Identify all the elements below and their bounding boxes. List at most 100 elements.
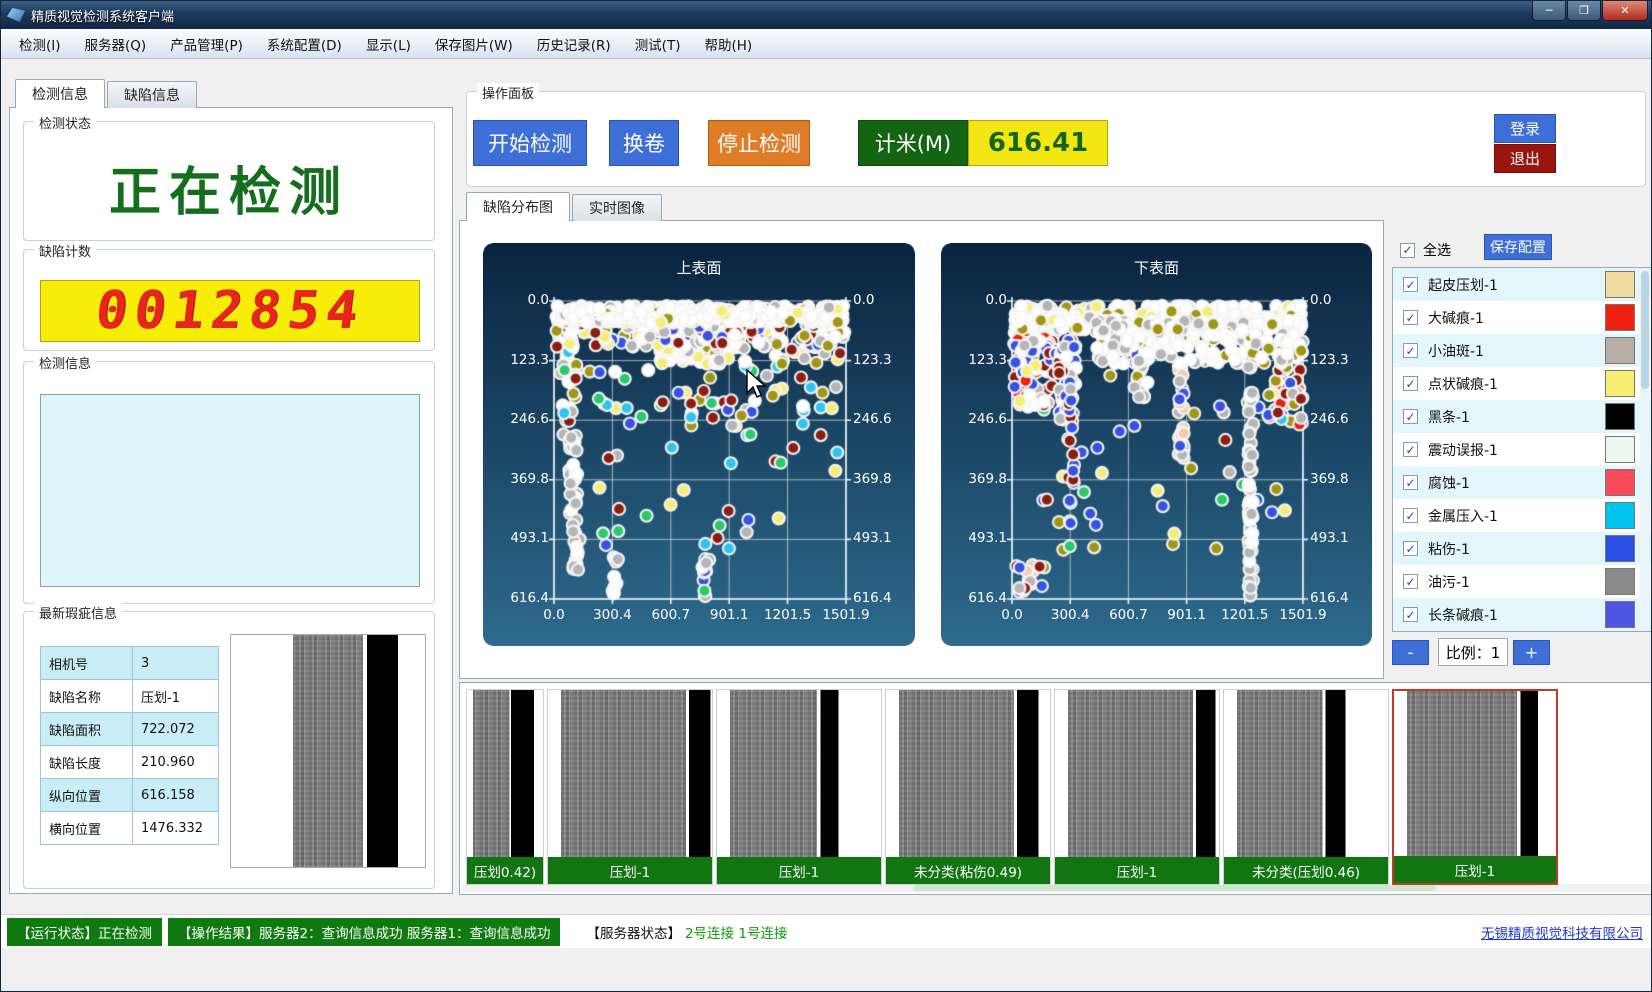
y-tick-label-right: 246.6 <box>1310 411 1349 427</box>
y-tick-label: 123.3 <box>941 352 1007 368</box>
menu-item-8[interactable]: 帮助(H) <box>692 30 764 58</box>
defect-thumbnail-6[interactable]: 压划-1 <box>1392 689 1558 885</box>
defect-type-label: 金属压入-1 <box>1428 506 1498 526</box>
defect-color-swatch <box>1605 271 1635 298</box>
row-label: 相机号 <box>41 647 133 680</box>
chart-tab-1[interactable]: 实时图像 <box>572 194 662 221</box>
thumbnail-image <box>1394 691 1556 856</box>
defect-type-row-10[interactable]: ✓长条碱痕-1 <box>1393 598 1651 631</box>
scale-plus-button[interactable]: + <box>1513 640 1550 665</box>
defect-type-checkbox[interactable]: ✓ <box>1403 541 1418 556</box>
chart-tab-0[interactable]: 缺陷分布图 <box>466 192 570 221</box>
defect-thumbnail-3[interactable]: 未分类(粘伤0.49) <box>885 689 1051 885</box>
close-button[interactable]: ✕ <box>1602 1 1648 21</box>
thumbnail-label: 压划-1 <box>548 857 712 884</box>
defect-type-checkbox[interactable]: ✓ <box>1403 442 1418 457</box>
defect-type-checkbox[interactable]: ✓ <box>1403 607 1418 622</box>
menu-item-1[interactable]: 服务器(Q) <box>73 30 159 58</box>
login-button[interactable]: 登录 <box>1494 114 1556 143</box>
row-value: 210.960 <box>133 746 219 779</box>
menu-item-0[interactable]: 检测(I) <box>7 30 73 58</box>
menu-item-7[interactable]: 测试(T) <box>623 30 693 58</box>
stop-detect-button[interactable]: 停止检测 <box>708 120 810 166</box>
x-tick-label: 600.7 <box>639 607 703 623</box>
defect-type-row-6[interactable]: ✓腐蚀-1 <box>1393 466 1651 499</box>
defect-type-row-2[interactable]: ✓小油斑-1 <box>1393 334 1651 367</box>
menu-bar: 检测(I)服务器(Q)产品管理(P)系统配置(D)显示(L)保存图片(W)历史记… <box>1 29 1651 59</box>
start-detect-button[interactable]: 开始检测 <box>473 120 587 166</box>
maximize-button[interactable]: ❐ <box>1567 1 1601 21</box>
table-row: 横向位置1476.332 <box>41 812 219 845</box>
defect-type-checkbox[interactable]: ✓ <box>1403 376 1418 391</box>
defect-type-checkbox[interactable]: ✓ <box>1403 310 1418 325</box>
defect-thumbnail-2[interactable]: 压划-1 <box>716 689 882 885</box>
y-tick-label: 616.4 <box>941 590 1007 606</box>
thumbnail-hscrollbar[interactable] <box>462 884 1650 892</box>
menu-item-4[interactable]: 显示(L) <box>354 30 423 58</box>
save-config-button[interactable]: 保存配置 <box>1484 234 1552 260</box>
defect-type-checkbox[interactable]: ✓ <box>1403 574 1418 589</box>
defect-thumbnail-5[interactable]: 未分类(压划0.46) <box>1223 689 1389 885</box>
defect-color-swatch <box>1605 469 1635 496</box>
row-value: 722.072 <box>133 713 219 746</box>
defect-type-checkbox[interactable]: ✓ <box>1403 277 1418 292</box>
y-tick-label: 246.6 <box>483 411 549 427</box>
scatter-chart-bottom-surface: 下表面0.00.0123.3123.3246.6246.6369.8369.84… <box>941 243 1372 646</box>
x-tick-label: 0.0 <box>522 607 586 623</box>
thumbnail-label: 压划0.42) <box>467 857 543 884</box>
defect-type-checkbox[interactable]: ✓ <box>1403 475 1418 490</box>
scale-minus-button[interactable]: - <box>1392 640 1429 665</box>
y-tick-label-right: 123.3 <box>853 352 892 368</box>
y-tick-label-right: 0.0 <box>1310 292 1331 308</box>
menu-item-6[interactable]: 历史记录(R) <box>525 30 623 58</box>
select-all-checkbox[interactable]: ✓ <box>1400 243 1415 258</box>
y-tick-label-right: 493.1 <box>853 530 892 546</box>
thumbnail-image <box>467 690 543 857</box>
defect-type-checkbox[interactable]: ✓ <box>1403 343 1418 358</box>
logout-button[interactable]: 退出 <box>1494 144 1556 173</box>
defect-color-swatch <box>1605 601 1635 628</box>
x-tick-label: 600.7 <box>1096 607 1160 623</box>
defect-type-checkbox[interactable]: ✓ <box>1403 409 1418 424</box>
defect-thumbnail-1[interactable]: 压划-1 <box>547 689 713 885</box>
menu-item-2[interactable]: 产品管理(P) <box>158 30 255 58</box>
defect-color-swatch <box>1605 403 1635 430</box>
defect-type-row-3[interactable]: ✓点状碱痕-1 <box>1393 367 1651 400</box>
y-tick-label-right: 0.0 <box>853 292 874 308</box>
x-tick-label: 300.4 <box>1038 607 1102 623</box>
select-all-row: ✓ 全选 <box>1400 240 1451 260</box>
defect-count-title: 缺陷计数 <box>34 241 96 260</box>
defect-type-row-0[interactable]: ✓ 起皮压划-1 <box>1393 268 1651 301</box>
left-tab-0[interactable]: 检测信息 <box>15 79 105 108</box>
legend-vscrollbar[interactable] <box>1640 269 1650 632</box>
menu-item-3[interactable]: 系统配置(D) <box>255 30 354 58</box>
y-tick-label: 369.8 <box>941 471 1007 487</box>
defect-type-row-8[interactable]: ✓ 粘伤-1 <box>1393 532 1651 565</box>
defect-type-row-7[interactable]: ✓ 金属压入-1 <box>1393 499 1651 532</box>
menu-item-5[interactable]: 保存图片(W) <box>423 30 525 58</box>
select-all-label: 全选 <box>1423 240 1451 260</box>
company-link[interactable]: 无锡精质视觉科技有限公司 <box>1481 922 1643 942</box>
defect-color-swatch <box>1605 502 1635 529</box>
defect-type-list: ✓ 起皮压划-1 ✓大碱痕-1✓小油斑-1✓点状碱痕-1✓黑条-1✓震动误报-1✓腐… <box>1392 267 1652 632</box>
op-result-badge: 【操作结果】服务器2：查询信息成功 服务器1：查询信息成功 <box>168 918 560 946</box>
minimize-button[interactable]: ─ <box>1532 1 1566 21</box>
latest-defect-image <box>230 634 426 868</box>
x-tick-label: 1501.9 <box>1271 607 1335 623</box>
defect-type-label: 粘伤-1 <box>1428 539 1470 559</box>
server-status-label: 【服务器状态】 <box>586 922 681 942</box>
defect-type-checkbox[interactable]: ✓ <box>1403 508 1418 523</box>
y-tick-label-right: 493.1 <box>1310 530 1349 546</box>
defect-thumbnail-0[interactable]: 压划0.42) <box>466 689 544 885</box>
defect-type-row-1[interactable]: ✓大碱痕-1 <box>1393 301 1651 334</box>
defect-count-group: 缺陷计数 0012854 <box>23 249 435 351</box>
change-roll-button[interactable]: 换卷 <box>609 120 679 166</box>
defect-thumbnail-4[interactable]: 压划-1 <box>1054 689 1220 885</box>
defect-type-label: 起皮压划-1 <box>1428 275 1498 295</box>
defect-type-row-9[interactable]: ✓油污-1 <box>1393 565 1651 598</box>
defect-type-row-5[interactable]: ✓震动误报-1 <box>1393 433 1651 466</box>
defect-type-row-4[interactable]: ✓黑条-1 <box>1393 400 1651 433</box>
scale-value: 比例：1 <box>1438 638 1508 666</box>
left-tab-1[interactable]: 缺陷信息 <box>107 81 197 108</box>
x-tick-label: 1201.5 <box>1213 607 1277 623</box>
